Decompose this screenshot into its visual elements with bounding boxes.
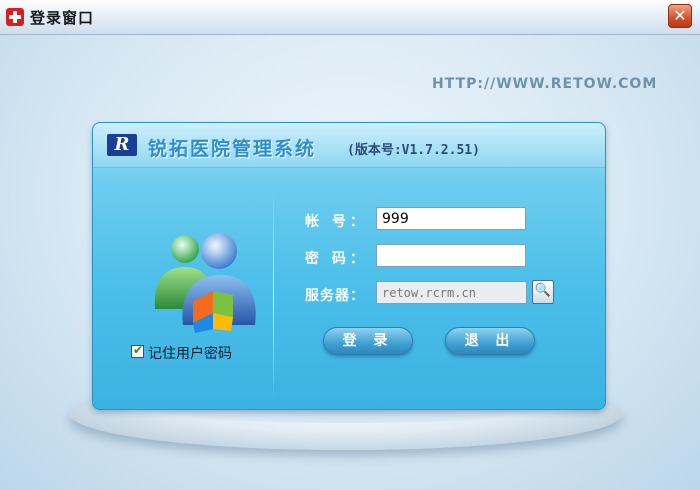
panel-header: R 锐拓医院管理系统 (版本号:V1.7.2.51) <box>93 123 605 168</box>
users-icon <box>154 233 256 333</box>
server-input[interactable] <box>376 281 527 304</box>
logo-letter: R <box>114 134 130 155</box>
exit-button-label: 退 出 <box>464 333 516 349</box>
password-input[interactable] <box>376 244 526 267</box>
login-window: 登录窗口 ✕ HTTP://WWW.RETOW.COM R 锐拓医院管理系统 (… <box>0 0 700 490</box>
title-bar[interactable]: 登录窗口 ✕ <box>0 0 700 35</box>
retow-logo-icon: R <box>107 134 137 156</box>
close-button[interactable]: ✕ <box>668 4 692 28</box>
login-panel: R 锐拓医院管理系统 (版本号:V1.7.2.51) ✔ 记住用户密码 帐 号：… <box>92 122 606 410</box>
exit-button[interactable]: 退 出 <box>445 327 535 355</box>
browse-server-button[interactable]: 🔍 <box>532 280 554 304</box>
login-button[interactable]: 登 录 <box>323 327 413 355</box>
remember-label: 记住用户密码 <box>148 346 232 362</box>
server-label: 服务器： <box>305 288 365 304</box>
check-icon: ✔ <box>132 343 144 357</box>
magnifier-icon: 🔍 <box>534 283 552 298</box>
version-label: (版本号:V1.7.2.51) <box>347 143 480 158</box>
system-name: 锐拓医院管理系统 <box>148 138 317 160</box>
panel-divider <box>273 191 274 401</box>
close-icon: ✕ <box>673 6 687 25</box>
account-label: 帐 号： <box>305 214 368 230</box>
website-url: HTTP://WWW.RETOW.COM <box>432 76 658 92</box>
account-input[interactable] <box>376 207 526 230</box>
window-title: 登录窗口 <box>30 9 95 27</box>
remember-checkbox[interactable]: ✔ <box>131 343 144 358</box>
password-label: 密 码： <box>305 251 368 267</box>
login-button-label: 登 录 <box>342 333 394 349</box>
red-cross-icon <box>6 8 24 26</box>
